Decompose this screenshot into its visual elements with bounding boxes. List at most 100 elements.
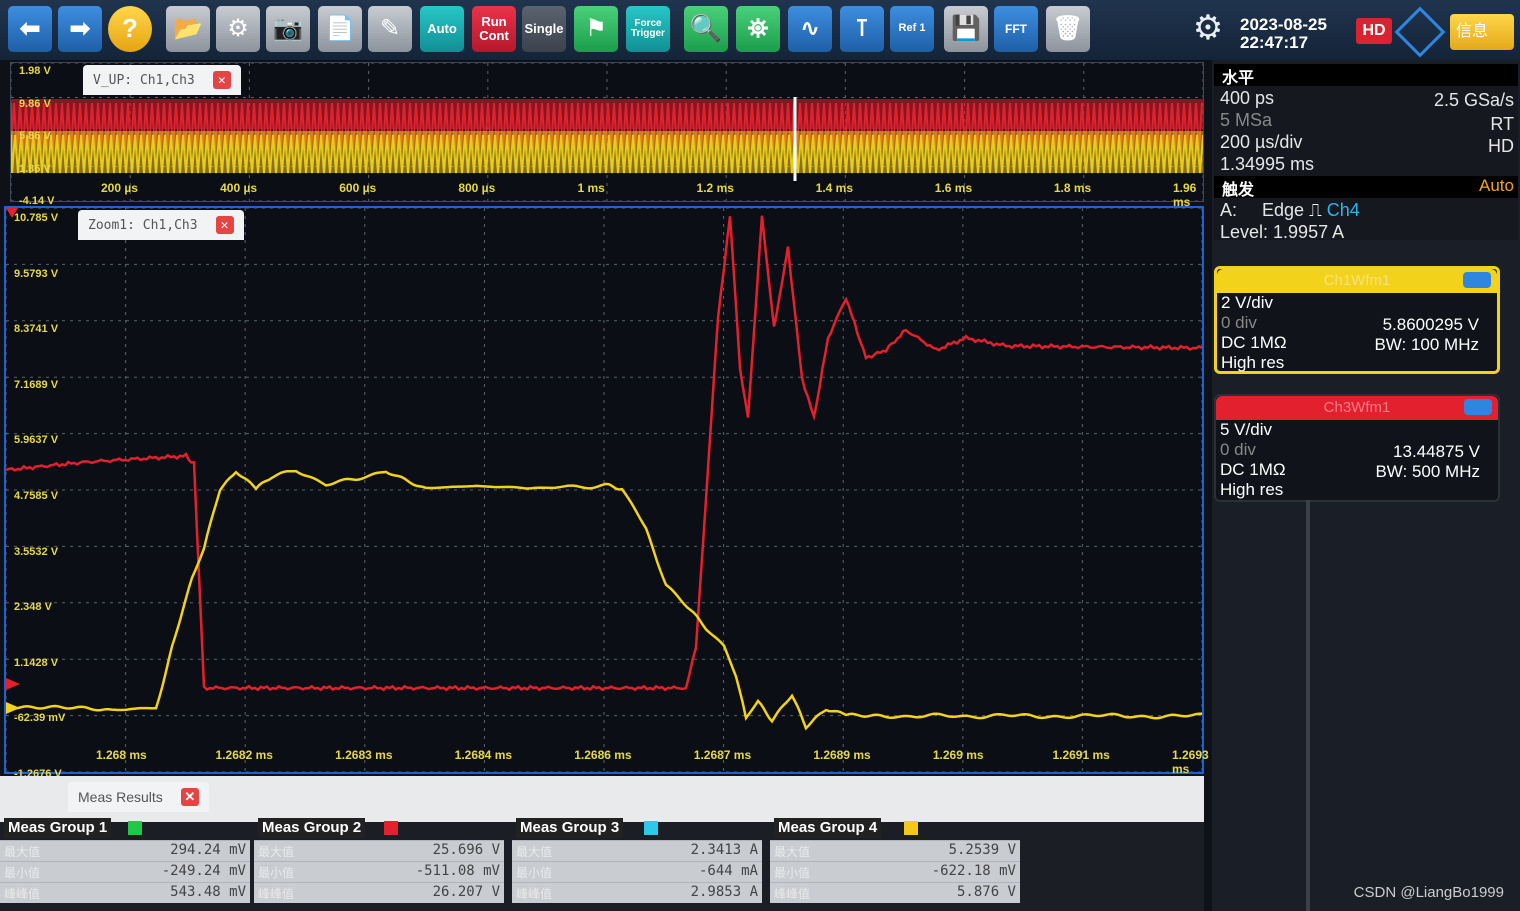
delete-button[interactable]: 🗑 <box>1046 6 1090 52</box>
gear-icon: ⚙ <box>1192 9 1224 48</box>
settings-save-icon: ⚙ <box>227 15 249 43</box>
run-cont-button[interactable]: Run Cont <box>472 6 516 52</box>
y-tick-label: 3.5532 V <box>14 545 59 558</box>
ch3-value: 13.44875 V <box>1393 442 1480 461</box>
meas-row-value: -644 mA <box>698 863 758 879</box>
meas-results-tab[interactable]: Meas Results ✕ <box>68 782 209 812</box>
horizontal-trigger-box[interactable]: 水平 400 ps 2.5 GSa/s 5 MSa RT 200 µs/div … <box>1214 64 1518 242</box>
search-button[interactable]: ⛯ <box>736 6 780 52</box>
open-button[interactable]: 📂 <box>166 6 210 52</box>
math-button[interactable]: ∿ <box>788 6 832 52</box>
ch1-minimize-icon[interactable] <box>1463 272 1491 288</box>
meas-row-value: 5.876 V <box>956 884 1016 900</box>
close-icon[interactable]: ✕ <box>180 788 199 806</box>
save-waveform-button[interactable]: 💾 <box>944 6 988 52</box>
meas-row-value: -622.18 mV <box>931 863 1016 879</box>
zoom-button[interactable]: 🔍 <box>684 6 728 52</box>
ch1-box[interactable]: Ch1Wfm1 2 V/div 0 div 5.8600295 V DC 1MΩ… <box>1214 266 1500 374</box>
ch3-coupling: DC 1MΩ <box>1220 460 1286 479</box>
ref-label: Ref 1 <box>898 22 926 35</box>
single-label: Single <box>524 21 564 37</box>
meas-group[interactable]: Meas Group 4 最大值 5.2539 V 最小值 -622.18 mV 峰峰值 5… <box>770 818 1020 906</box>
x-tick-label: 1.4 ms <box>815 181 854 195</box>
ch3-minimize-icon[interactable] <box>1464 399 1492 415</box>
close-icon[interactable]: ✕ <box>215 216 234 234</box>
trigger-button[interactable]: ⚑ <box>574 6 618 52</box>
x-tick-label: 1.6 ms <box>934 181 973 195</box>
screenshot-button[interactable]: 📷 <box>266 6 310 52</box>
trigger-heading: 触发 <box>1222 182 1255 199</box>
meas-row-label: 最小值 <box>4 866 41 880</box>
x-tick-label: 1.2683 ms <box>335 748 393 762</box>
meas-group-color-swatch <box>128 821 142 835</box>
cursor-button[interactable]: ⊺ <box>840 6 884 52</box>
logo-icon <box>1394 6 1446 58</box>
hd-badge: HD <box>1356 18 1392 44</box>
x-tick-label: 400 µs <box>220 181 258 195</box>
overview-tab[interactable]: V_UP: Ch1,Ch3 ✕ <box>83 65 241 95</box>
meas-row-label: 峰峰值 <box>774 887 811 901</box>
x-tick-label: 1.2689 ms <box>813 748 871 762</box>
meas-row-value: 543.48 mV <box>170 884 246 900</box>
auto-button[interactable]: Auto <box>420 6 464 52</box>
x-tick-label: 1.96 ms <box>1173 181 1197 209</box>
y-tick-label: 1.98 V <box>19 65 51 77</box>
x-tick-label: 1.2682 ms <box>215 748 273 762</box>
meas-row-label: 最大值 <box>4 845 41 859</box>
zoom-plot <box>5 207 1203 773</box>
close-icon[interactable]: ✕ <box>212 71 231 89</box>
info-button[interactable]: 信息 <box>1450 14 1514 50</box>
meas-group[interactable]: Meas Group 3 最大值 2.3413 A 最小值 -644 mA 峰峰值 2.98… <box>512 818 762 906</box>
ref-button[interactable]: Ref 1 <box>890 6 934 52</box>
meas-row: 峰峰值 5.876 V <box>770 882 1020 903</box>
document-icon: 📄 <box>325 15 355 43</box>
meas-row: 峰峰值 543.48 mV <box>0 882 250 903</box>
ch3-scale: 5 V/div <box>1220 420 1272 439</box>
horizontal-heading: 水平 <box>1214 64 1518 87</box>
x-tick-label: 1.2691 ms <box>1052 748 1110 762</box>
overview-diagram[interactable]: V_UP: Ch1,Ch3 ✕ 1.98 V 9.86 V 5.86 V 1.86 V… <box>10 62 1204 209</box>
mask-button[interactable]: ✎ <box>368 6 412 52</box>
help-button[interactable]: ? <box>108 6 152 52</box>
y-tick-label: 10.785 V <box>14 212 59 224</box>
y-tick-label: 1.86 V <box>19 162 51 175</box>
force-trigger-button[interactable]: Force Trigger <box>626 6 670 52</box>
meas-group-title: Meas Group 2 <box>258 818 366 838</box>
fft-label: FFT <box>1005 21 1027 36</box>
meas-row-label: 最小值 <box>516 866 553 880</box>
meas-row-label: 最大值 <box>258 845 295 859</box>
meas-row: 最小值 -622.18 mV <box>770 861 1020 882</box>
undo-icon: ⬅ <box>19 13 41 44</box>
meas-group[interactable]: Meas Group 2 最大值 25.696 V 最小值 -511.08 mV 峰峰值 2… <box>254 818 504 906</box>
date-text: 2023-08-25 <box>1240 15 1327 34</box>
meas-row-label: 峰峰值 <box>258 887 295 901</box>
meas-row: 峰峰值 2.9853 A <box>512 882 762 903</box>
fft-button[interactable]: FFT <box>994 6 1038 52</box>
meas-row: 最大值 294.24 mV <box>0 840 250 861</box>
ch3-box[interactable]: Ch3Wfm1 5 V/div 0 div 13.44875 V DC 1MΩ … <box>1214 394 1500 502</box>
settings-button[interactable]: ⚙ <box>1186 6 1230 52</box>
pen-icon: ✎ <box>379 15 401 43</box>
x-tick-label: 1.269 ms <box>932 748 984 762</box>
y-tick-label: 1.1428 V <box>14 656 59 669</box>
meas-row-value: -249.24 mV <box>161 863 246 879</box>
zoom-diagram[interactable]: Zoom1: Ch1,Ch3 ✕ 10.785 V 9.5793 V 8.3741 … <box>4 206 1209 780</box>
undo-button[interactable]: ⬅ <box>8 6 52 52</box>
x-tick-label: 1.2686 ms <box>574 748 632 762</box>
meas-group-title: Meas Group 3 <box>516 818 624 838</box>
meas-row-value: 26.207 V <box>432 884 500 900</box>
help-icon: ? <box>122 13 138 44</box>
ch3-offset-marker[interactable] <box>6 678 20 690</box>
redo-icon: ➡ <box>69 13 91 44</box>
meas-group[interactable]: Meas Group 1 最大值 294.24 mV 最小值 -249.24 mV 峰峰值… <box>0 818 250 906</box>
overview-tab-title: V_UP: Ch1,Ch3 <box>93 72 195 88</box>
record-length: 5 MSa <box>1220 110 1273 130</box>
redo-button[interactable]: ➡ <box>58 6 102 52</box>
report-button[interactable]: 📄 <box>318 6 362 52</box>
meas-row-label: 最小值 <box>774 866 811 880</box>
single-button[interactable]: Single <box>522 6 566 52</box>
zoom-tab[interactable]: Zoom1: Ch1,Ch3 ✕ <box>78 210 244 240</box>
time-div: 200 µs/div <box>1220 132 1303 152</box>
x-tick-label: 1 ms <box>577 181 605 195</box>
save-setup-button[interactable]: ⚙ <box>216 6 260 52</box>
